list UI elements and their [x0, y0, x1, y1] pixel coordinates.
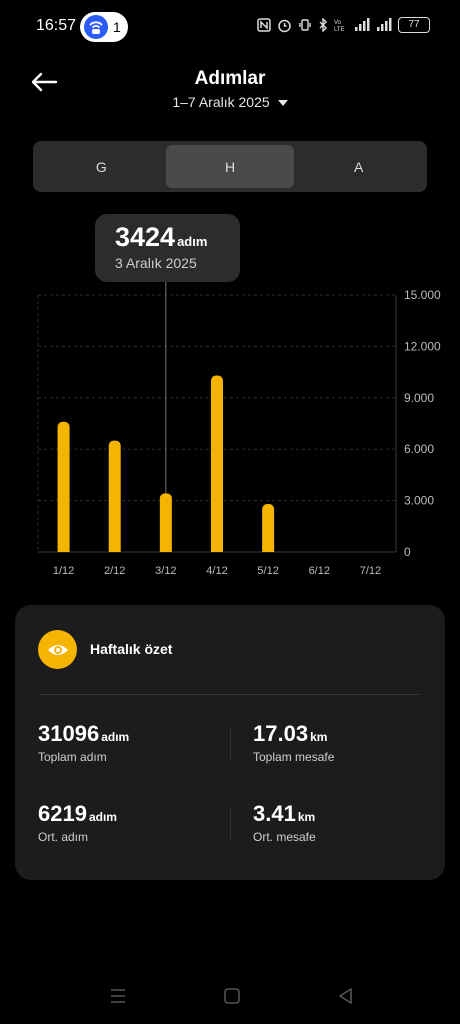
tooltip-unit: adım: [177, 234, 208, 249]
period-tabs: G H A: [33, 141, 427, 192]
stat-unit: adım: [101, 730, 130, 744]
page-title: Adımlar: [194, 68, 266, 89]
y-tick-label: 9.000: [404, 391, 434, 405]
chart-bar: [57, 421, 70, 552]
stat-value: 6219: [38, 801, 87, 826]
notification-count: 1: [113, 19, 121, 35]
x-tick-label: 3/12: [155, 565, 176, 577]
stat-label: Ort. adım: [38, 830, 89, 844]
vibrate-icon: [299, 19, 311, 31]
stat-total-steps: 31096 adım Toplam adım: [38, 721, 129, 764]
stat-label: Ort. mesafe: [253, 830, 316, 844]
tab-day[interactable]: G: [37, 145, 166, 188]
svg-text:LTE: LTE: [334, 27, 345, 32]
steps-chart-svg: 0 3.000 6.000 9.000 12.000 15.000 1/12 2/12 3/12…: [37, 282, 441, 577]
y-tick-label: 12.000: [404, 339, 441, 353]
weekly-summary-card: Haftalık özet 31096 adım Toplam adım 17.0…: [15, 605, 445, 880]
hotspot-icon: [84, 15, 108, 39]
chart-bar-base: [108, 546, 121, 552]
stat-avg-distance: 3.41 km Ort. mesafe: [253, 801, 316, 844]
stat-value: 3.41: [253, 801, 296, 826]
chart-bar: [159, 493, 172, 552]
y-tick-label: 15.000: [404, 288, 441, 302]
status-time: 16:57: [36, 17, 77, 34]
summary-title: Haftalık özet: [90, 641, 173, 657]
chart-bar: [211, 375, 223, 552]
chart-bar: [108, 440, 121, 552]
stat-value: 17.03: [253, 721, 309, 746]
signal-icon: [377, 18, 392, 31]
date-range-selector[interactable]: 1–7 Aralık 2025: [0, 94, 460, 110]
tooltip-date: 3 Aralık 2025: [115, 255, 197, 271]
stat-unit: km: [310, 730, 328, 744]
battery-icon: 77: [398, 17, 430, 33]
battery-level: 77: [408, 19, 420, 30]
recent-apps-button[interactable]: [106, 985, 130, 1007]
stat-total-distance: 17.03 km Toplam mesafe: [253, 721, 334, 764]
eye-icon: [38, 630, 77, 669]
chart-tooltip: 3424 adım 3 Aralık 2025: [95, 214, 240, 282]
back-triangle-icon: [339, 988, 352, 1004]
tab-month[interactable]: A: [294, 145, 423, 188]
stat-unit: adım: [88, 810, 117, 824]
chart-bar-base: [211, 546, 223, 552]
svg-text:Vo: Vo: [334, 20, 342, 26]
home-square-icon: [224, 988, 240, 1004]
notification-pill[interactable]: 1: [80, 12, 128, 42]
back-nav-button[interactable]: [334, 985, 358, 1007]
stat-unit: km: [297, 810, 316, 824]
date-range-label: 1–7 Aralık 2025: [172, 94, 270, 110]
nfc-icon: [257, 18, 271, 32]
x-tick-label: 1/12: [53, 565, 74, 577]
divider: [40, 694, 420, 695]
stat-avg-steps: 6219 adım Ort. adım: [38, 801, 117, 844]
stat-value: 31096: [38, 721, 100, 746]
menu-icon: [111, 989, 125, 1003]
tab-week[interactable]: H: [165, 145, 295, 188]
divider: [230, 807, 231, 841]
home-button[interactable]: [220, 985, 244, 1007]
chart-bar-base: [262, 546, 275, 552]
x-tick-label: 4/12: [206, 565, 227, 577]
y-tick-label: 3.000: [404, 494, 434, 508]
status-bar: 16:57 1 Vo LTE 77: [0, 0, 460, 52]
x-tick-label: 2/12: [104, 565, 125, 577]
volte-icon: VoLTE: [334, 20, 345, 32]
chart-bar-base: [57, 546, 70, 552]
y-tick-label: 6.000: [404, 442, 434, 456]
caret-down-icon: [277, 100, 288, 107]
system-nav-bar: [0, 975, 460, 1015]
x-tick-label: 7/12: [360, 565, 381, 577]
bluetooth-icon: [319, 18, 327, 32]
chart-bar-base: [159, 546, 172, 552]
tooltip-value: 3424: [115, 222, 176, 252]
stat-label: Toplam mesafe: [253, 750, 335, 764]
x-tick-label: 6/12: [309, 565, 330, 577]
x-tick-label: 5/12: [257, 565, 278, 577]
divider: [230, 727, 231, 761]
y-tick-label: 0: [404, 545, 411, 559]
signal-icon: [355, 18, 370, 31]
alarm-icon: [278, 19, 291, 32]
chart-bar: [262, 504, 275, 552]
steps-chart[interactable]: 0 3.000 6.000 9.000 12.000 15.000 1/12 2/12 3/12…: [0, 282, 460, 582]
stat-label: Toplam adım: [38, 750, 107, 764]
